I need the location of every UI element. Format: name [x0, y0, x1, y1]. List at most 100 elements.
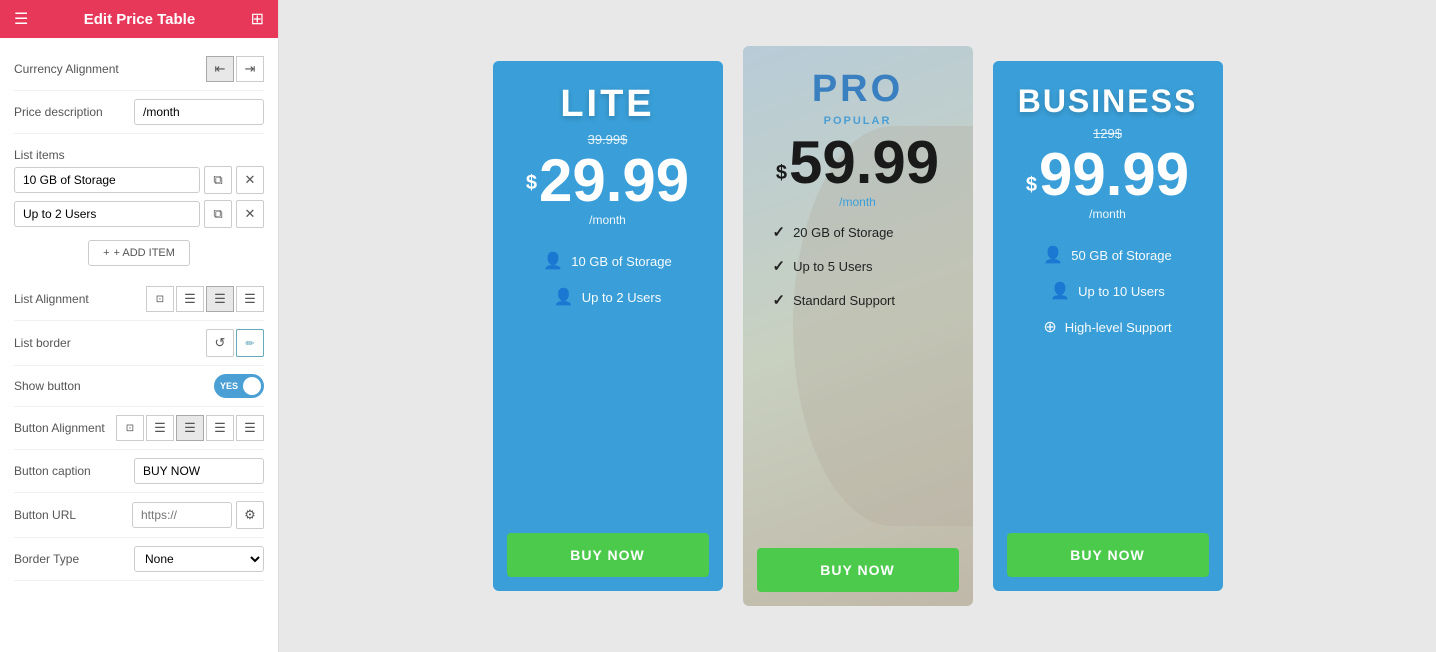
check-icon: ✓ [773, 223, 786, 241]
list-item: ⧉ ✕ [14, 166, 264, 194]
button-caption-input[interactable] [134, 458, 264, 484]
plus-icon: + [103, 247, 109, 259]
lite-period: /month [589, 213, 626, 227]
price-description-label: Price description [14, 105, 103, 119]
pro-badge: POPULAR [824, 115, 892, 127]
lite-price: 29.99 [539, 151, 689, 211]
business-title: BUSINESS [1018, 83, 1198, 120]
button-alignment-label: Button Alignment [14, 421, 105, 435]
list-item-input-1[interactable] [14, 167, 200, 193]
list-align-right-btn[interactable]: ☰ [236, 286, 264, 312]
pro-period: /month [839, 195, 876, 209]
business-feature-2: 👤 Up to 10 Users [1050, 281, 1165, 301]
lite-header: LITE 39.99$ $ 29.99 /month [493, 61, 723, 237]
url-settings-btn[interactable]: ⚙ [236, 501, 264, 529]
business-price: 99.99 [1039, 145, 1189, 205]
sidebar: ☰ Edit Price Table ⊞ Currency Alignment … [0, 0, 279, 652]
currency-alignment-row: Currency Alignment ⇤ ⇥ [14, 48, 264, 91]
lite-feature-1-text: 10 GB of Storage [571, 254, 671, 269]
show-button-toggle[interactable]: YES [214, 374, 264, 398]
price-card-business: BUSINESS 129$ $ 99.99 /month 👤 50 GB of … [993, 61, 1223, 591]
list-item-copy-btn-2[interactable]: ⧉ [204, 200, 232, 228]
pro-title: PRO [812, 46, 903, 111]
list-align-group: ⊡ ☰ ☰ ☰ [146, 286, 264, 312]
pro-feature-1: ✓ 20 GB of Storage [773, 223, 894, 241]
pro-features: ✓ 20 GB of Storage ✓ Up to 5 Users ✓ Sta… [743, 209, 973, 548]
check-icon: ✓ [773, 257, 786, 275]
list-align-left-btn[interactable]: ☰ [176, 286, 204, 312]
toggle-knob [243, 377, 261, 395]
main-content: LITE 39.99$ $ 29.99 /month 👤 10 GB of St… [279, 0, 1436, 652]
business-period: /month [1089, 207, 1126, 221]
button-align-left-btn[interactable]: ☰ [146, 415, 174, 441]
list-items-label: List items [14, 140, 264, 166]
price-card-lite: LITE 39.99$ $ 29.99 /month 👤 10 GB of St… [493, 61, 723, 591]
pro-buy-button[interactable]: BUY NOW [757, 548, 959, 592]
list-border-row: List border ↺ ✏ [14, 321, 264, 366]
business-feature-3: ⊕ High-level Support [1043, 317, 1171, 337]
border-type-select[interactable]: None Solid Dashed Dotted [134, 546, 264, 572]
button-align-group: ⊡ ☰ ☰ ☰ ☰ [116, 415, 264, 441]
button-align-right-btn[interactable]: ☰ [206, 415, 234, 441]
border-type-label: Border Type [14, 552, 79, 566]
list-item: ⧉ ✕ [14, 200, 264, 228]
list-item-input-2[interactable] [14, 201, 200, 227]
list-border-color-btn[interactable]: ✏ [236, 329, 264, 357]
list-item-copy-btn-1[interactable]: ⧉ [204, 166, 232, 194]
list-items-section: List items ⧉ ✕ ⧉ ✕ + + ADD ITEM [14, 134, 264, 278]
business-buy-button[interactable]: BUY NOW [1007, 533, 1209, 577]
button-url-label: Button URL [14, 508, 76, 522]
lite-price-row: $ 29.99 [526, 147, 689, 211]
add-item-button[interactable]: + + ADD ITEM [88, 240, 190, 266]
list-alignment-label: List Alignment [14, 292, 89, 306]
business-price-row: $ 99.99 [1026, 141, 1189, 205]
currency-alignment-label: Currency Alignment [14, 62, 119, 76]
toggle-yes-label: YES [220, 381, 238, 391]
list-align-center-btn[interactable]: ☰ [206, 286, 234, 312]
price-description-input[interactable] [134, 99, 264, 125]
button-url-input[interactable] [132, 502, 232, 528]
sidebar-body: Currency Alignment ⇤ ⇥ Price description… [0, 38, 278, 591]
show-button-row: Show button YES [14, 366, 264, 407]
page-title: Edit Price Table [84, 11, 195, 28]
border-type-row: Border Type None Solid Dashed Dotted [14, 538, 264, 581]
list-border-label: List border [14, 336, 71, 350]
list-item-delete-btn-1[interactable]: ✕ [236, 166, 264, 194]
lite-old-price: 39.99$ [588, 132, 628, 147]
hamburger-icon[interactable]: ☰ [14, 9, 28, 29]
pro-price-row: $ 59.99 [776, 129, 939, 193]
lite-title: LITE [560, 83, 654, 126]
button-caption-row: Button caption [14, 450, 264, 493]
business-dollar: $ [1026, 174, 1037, 205]
url-input-group: ⚙ [132, 501, 264, 529]
lite-buy-button[interactable]: BUY NOW [507, 533, 709, 577]
pro-price: 59.99 [789, 133, 939, 193]
button-alignment-row: Button Alignment ⊡ ☰ ☰ ☰ ☰ [14, 407, 264, 450]
button-align-device-btn[interactable]: ⊡ [116, 415, 144, 441]
business-features: 👤 50 GB of Storage 👤 Up to 10 Users ⊕ Hi… [993, 231, 1223, 533]
list-border-refresh-btn[interactable]: ↺ [206, 329, 234, 357]
currency-align-left-btn[interactable]: ⇤ [206, 56, 234, 82]
list-item-delete-btn-2[interactable]: ✕ [236, 200, 264, 228]
business-header: BUSINESS 129$ $ 99.99 /month [993, 61, 1223, 231]
button-url-row: Button URL ⚙ [14, 493, 264, 538]
person-icon: 👤 [1043, 245, 1063, 265]
sidebar-header: ☰ Edit Price Table ⊞ [0, 0, 278, 38]
globe-icon: ⊕ [1043, 317, 1056, 337]
add-item-label: + ADD ITEM [114, 247, 175, 259]
button-align-center-btn[interactable]: ☰ [176, 415, 204, 441]
person-icon: 👤 [1050, 281, 1070, 301]
business-feature-1: 👤 50 GB of Storage [1043, 245, 1171, 265]
list-align-device-btn[interactable]: ⊡ [146, 286, 174, 312]
lite-features: 👤 10 GB of Storage 👤 Up to 2 Users [493, 237, 723, 533]
lite-feature-1: 👤 10 GB of Storage [543, 251, 671, 271]
button-align-justify-btn[interactable]: ☰ [236, 415, 264, 441]
button-caption-label: Button caption [14, 464, 91, 478]
lite-feature-2: 👤 Up to 2 Users [554, 287, 661, 307]
currency-align-right-btn[interactable]: ⇥ [236, 56, 264, 82]
pro-dollar: $ [776, 162, 787, 193]
grid-icon[interactable]: ⊞ [251, 9, 264, 29]
lite-feature-2-text: Up to 2 Users [582, 290, 661, 305]
lite-dollar: $ [526, 172, 537, 203]
person-icon: 👤 [543, 251, 563, 271]
